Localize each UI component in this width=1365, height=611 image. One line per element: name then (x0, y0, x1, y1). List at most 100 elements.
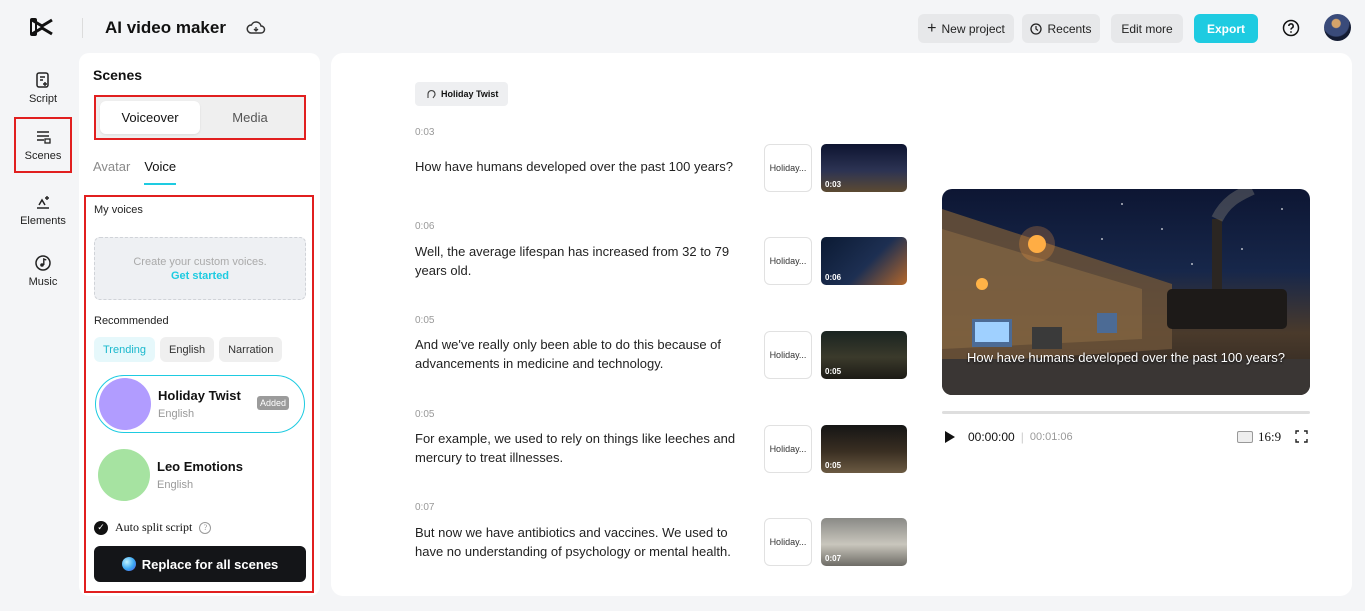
scene-duration: 0:07 (825, 554, 842, 563)
play-icon[interactable] (945, 431, 955, 443)
scene-script-text[interactable]: But now we have antibiotics and vaccines… (415, 523, 745, 561)
rail-label-scenes: Scenes (24, 150, 62, 162)
plus-icon: + (927, 19, 937, 37)
scene-time: 0:03 (415, 127, 435, 138)
scene-voice-button[interactable]: Holiday... (764, 425, 812, 473)
get-started-link[interactable]: Get started (171, 270, 229, 282)
scene-time: 0:05 (415, 409, 435, 420)
cloud-sync-icon[interactable] (246, 18, 266, 38)
create-voice-card[interactable]: Create your custom voices. Get started (94, 237, 306, 300)
scene-duration: 0:05 (825, 367, 842, 376)
rail-label-elements: Elements (20, 215, 66, 227)
scene-thumbnail[interactable]: 0:06 (821, 237, 907, 285)
scene-time: 0:07 (415, 502, 435, 513)
scene-thumbnail[interactable]: 0:03 (821, 144, 907, 192)
scene-thumbnail[interactable]: 0:07 (821, 518, 907, 566)
voice-settings-box: My voices Create your custom voices. Get… (84, 195, 314, 593)
aspect-ratio-selector[interactable]: 16:9 (1237, 429, 1281, 445)
tab-avatar[interactable]: Avatar (93, 159, 130, 185)
voice-card-leo-emotions[interactable]: Leo Emotions English (95, 446, 305, 504)
total-time: 00:01:06 (1029, 431, 1073, 443)
edit-more-label: Edit more (1121, 21, 1173, 36)
voice-tag[interactable]: Holiday Twist (415, 82, 509, 106)
video-preview[interactable]: How have humans developed over the past … (942, 189, 1310, 395)
divider (82, 18, 83, 38)
playback-progress-bar[interactable] (942, 411, 1310, 414)
voice-name: Leo Emotions (157, 459, 243, 474)
tab-voiceover[interactable]: Voiceover (100, 101, 200, 134)
scene-script-text[interactable]: Well, the average lifespan has increased… (415, 242, 745, 280)
scene-script-text[interactable]: For example, we used to rely on things l… (415, 429, 745, 467)
scene-duration: 0:03 (825, 180, 842, 189)
tab-media[interactable]: Media (200, 101, 300, 134)
help-icon[interactable] (1282, 19, 1300, 37)
preview-caption: How have humans developed over the past … (967, 350, 1285, 365)
panel-title: Scenes (93, 67, 143, 83)
scene-voice-button[interactable]: Holiday... (764, 331, 812, 379)
voice-language: English (157, 479, 194, 491)
chip-narration[interactable]: Narration (219, 337, 283, 362)
capcut-logo-icon[interactable] (30, 16, 54, 38)
scene-time: 0:05 (415, 315, 435, 326)
scene-script-text[interactable]: How have humans developed over the past … (415, 157, 745, 176)
export-label: Export (1206, 21, 1245, 36)
scene-duration: 0:05 (825, 461, 842, 470)
rail-item-elements[interactable]: Elements (14, 182, 72, 238)
new-project-button[interactable]: + New project (918, 14, 1014, 43)
create-voice-text: Create your custom voices. (133, 255, 267, 268)
aspect-ratio-label: 16:9 (1258, 429, 1282, 444)
checkmark-icon: ✓ (94, 520, 108, 535)
clock-icon (1030, 22, 1043, 35)
scene-time: 0:06 (415, 221, 435, 232)
rail-label-script: Script (28, 93, 58, 105)
scene-duration: 0:06 (825, 273, 842, 282)
new-project-label: New project (941, 21, 1005, 36)
script-icon (36, 72, 49, 88)
voice-language: English (158, 408, 195, 420)
scene-voice-button[interactable]: Holiday... (764, 237, 812, 285)
voice-filter-chips: Trending English Narration (94, 337, 283, 362)
current-time: 00:00:00 (968, 430, 1015, 444)
rail-item-script[interactable]: Script (14, 60, 72, 116)
voice-avatar (98, 449, 150, 501)
voice-avatar (99, 378, 151, 430)
voice-name: Holiday Twist (158, 388, 241, 403)
added-badge: Added (256, 396, 289, 410)
scene-thumbnail[interactable]: 0:05 (821, 331, 907, 379)
edit-more-button[interactable]: Edit more (1111, 14, 1183, 43)
scenes-editor: Holiday Twist 0:03 How have humans devel… (331, 53, 1352, 596)
scene-script-text[interactable]: And we've really only been able to do th… (415, 335, 745, 373)
time-separator: | (1020, 430, 1024, 444)
tab-voice[interactable]: Voice (144, 159, 177, 185)
fullscreen-icon[interactable] (1295, 430, 1308, 443)
scenes-icon (37, 131, 51, 144)
auto-split-checkbox[interactable]: ✓ Auto split script ? (94, 520, 212, 535)
scene-voice-button[interactable]: Holiday... (764, 518, 812, 566)
music-icon (35, 255, 51, 271)
rail-label-music: Music (28, 276, 58, 288)
voice-card-holiday-twist[interactable]: Holiday Twist English Added (95, 375, 305, 433)
rail-item-music[interactable]: Music (14, 243, 72, 299)
app-title: AI video maker (105, 18, 226, 37)
replace-all-scenes-button[interactable]: Replace for all scenes (94, 546, 306, 582)
scene-thumbnail[interactable]: 0:05 (821, 425, 907, 473)
chip-english[interactable]: English (160, 337, 215, 362)
auto-split-label: Auto split script (115, 520, 193, 534)
chip-trending[interactable]: Trending (94, 337, 156, 362)
recents-button[interactable]: Recents (1022, 14, 1100, 43)
replace-label: Replace for all scenes (141, 556, 279, 572)
voice-head-icon (427, 90, 436, 99)
player-controls: 00:00:00 | 00:01:06 16:9 (942, 429, 1310, 445)
voice-tag-label: Holiday Twist (441, 89, 499, 99)
scene-voice-button[interactable]: Holiday... (764, 144, 812, 192)
elements-icon (37, 196, 49, 209)
aspect-ratio-icon (1237, 431, 1253, 443)
user-avatar[interactable] (1324, 14, 1351, 41)
recents-label: Recents (1047, 21, 1092, 36)
rail-item-scenes[interactable]: Scenes (14, 117, 72, 173)
ai-orb-icon (121, 557, 136, 571)
help-circle-icon[interactable]: ? (199, 521, 212, 534)
voiceover-media-toggle: Voiceover Media (94, 95, 306, 140)
voice-subtabs: Avatar Voice (93, 159, 177, 185)
export-button[interactable]: Export (1194, 14, 1258, 43)
